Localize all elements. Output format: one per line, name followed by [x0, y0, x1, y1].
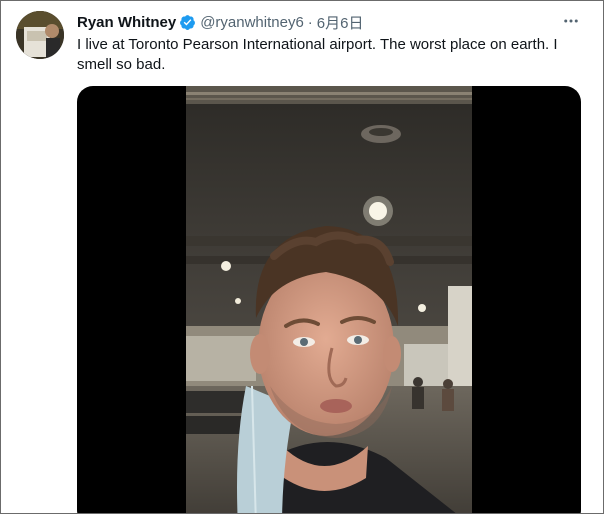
more-horizontal-icon[interactable]: [559, 9, 583, 33]
header-separator: ·: [307, 13, 313, 31]
display-name[interactable]: Ryan Whitney: [77, 14, 176, 31]
verified-badge-icon: [179, 14, 196, 31]
tweet-text: I live at Toronto Pearson International …: [77, 36, 558, 73]
tweet-card[interactable]: Ryan Whitney @ryanwhitney6 · 6月6日 I live…: [0, 0, 604, 514]
tweet-header: Ryan Whitney @ryanwhitney6 · 6月6日: [77, 12, 363, 32]
tweet-video[interactable]: [77, 86, 581, 513]
user-handle[interactable]: @ryanwhitney6: [200, 14, 304, 31]
avatar[interactable]: [16, 11, 64, 59]
video-frame: [186, 86, 472, 513]
tweet-date[interactable]: 6月6日: [317, 12, 364, 33]
